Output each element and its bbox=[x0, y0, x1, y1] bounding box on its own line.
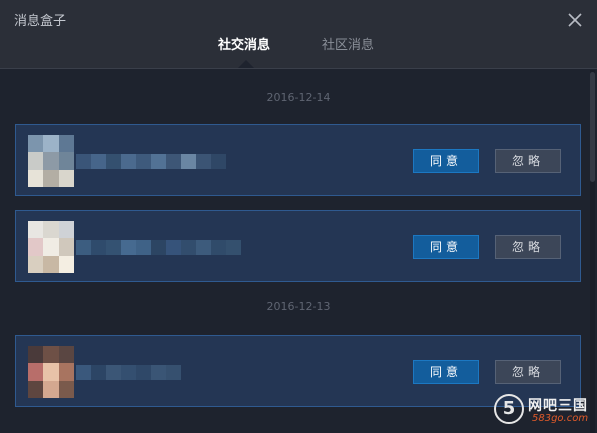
active-tab-pointer bbox=[238, 60, 254, 68]
watermark-logo-icon: 5 bbox=[494, 394, 524, 424]
scrollbar-thumb[interactable] bbox=[590, 72, 595, 182]
agree-button[interactable]: 同意 bbox=[413, 235, 479, 259]
avatar bbox=[28, 135, 74, 187]
close-icon[interactable] bbox=[566, 11, 584, 29]
watermark-name: 网吧三国 bbox=[528, 398, 588, 414]
tab-community-messages[interactable]: 社区消息 bbox=[322, 34, 374, 53]
avatar bbox=[28, 346, 74, 398]
blurred-username bbox=[76, 225, 241, 269]
ignore-button[interactable]: 忽略 bbox=[495, 149, 561, 173]
tab-social-messages[interactable]: 社交消息 bbox=[218, 34, 270, 53]
window-title: 消息盒子 bbox=[14, 14, 67, 29]
avatar bbox=[28, 221, 74, 273]
blurred-username bbox=[76, 139, 226, 183]
ignore-button[interactable]: 忽略 bbox=[495, 235, 561, 259]
agree-button[interactable]: 同意 bbox=[413, 360, 479, 384]
ignore-button[interactable]: 忽略 bbox=[495, 360, 561, 384]
watermark-site: 583go.com bbox=[532, 413, 589, 424]
date-separator: 2016-12-14 bbox=[266, 91, 331, 104]
agree-button[interactable]: 同意 bbox=[413, 149, 479, 173]
site-watermark: 5 网吧三国 583go.com bbox=[494, 392, 594, 430]
window-header: 消息盒子 社交消息 社区消息 bbox=[0, 0, 597, 69]
friend-request-item: 同意 忽略 bbox=[15, 210, 581, 282]
date-separator: 2016-12-13 bbox=[266, 300, 331, 313]
friend-request-item: 同意 忽略 bbox=[15, 124, 581, 196]
blurred-username bbox=[76, 350, 181, 394]
